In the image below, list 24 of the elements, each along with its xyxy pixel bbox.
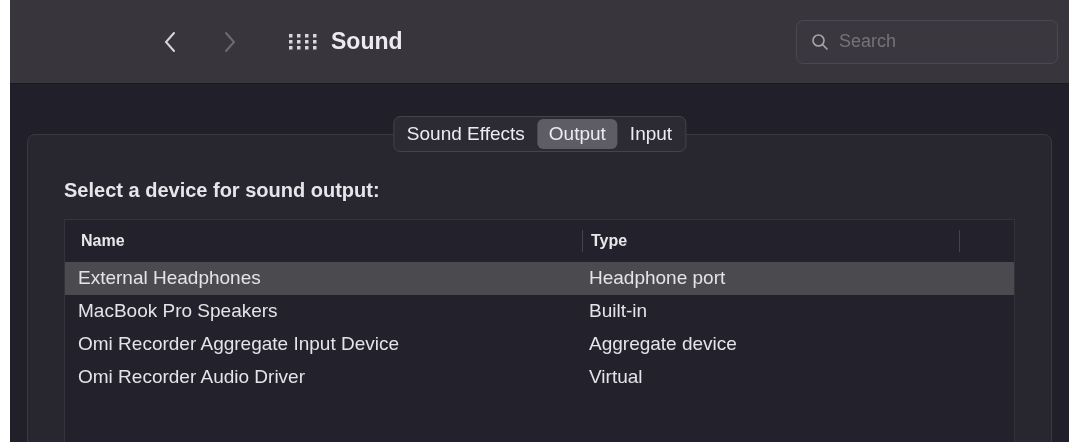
device-type: Aggregate device <box>589 332 737 357</box>
tab[interactable]: Output <box>537 119 617 149</box>
table-row[interactable]: Omi Recorder Audio Driver Virtual <box>65 361 1014 394</box>
device-type: Built-in <box>589 299 648 324</box>
column-header[interactable]: Name <box>65 229 582 253</box>
tab[interactable]: Input <box>618 119 684 149</box>
table-row[interactable]: Omi Recorder Aggregate Input Device Aggregate device <box>65 328 1014 361</box>
device-type: Virtual <box>589 365 643 390</box>
forward-icon <box>224 30 236 53</box>
search-icon <box>811 32 829 51</box>
prompt-label: Select a device for sound output: <box>64 178 381 203</box>
device-type: Headphone port <box>589 266 726 291</box>
table-row[interactable]: External Headphones Headphone port <box>65 262 1014 295</box>
table-row[interactable]: MacBook Pro Speakers Built-in <box>65 295 1014 328</box>
column-header[interactable]: Type <box>583 229 959 253</box>
device-name: Omi Recorder Audio Driver <box>77 365 307 390</box>
device-name: MacBook Pro Speakers <box>77 299 279 324</box>
back-icon <box>164 30 176 53</box>
device-name: Omi Recorder Aggregate Input Device <box>77 332 401 357</box>
grid-icon <box>287 32 317 51</box>
tab[interactable]: Sound Effects <box>395 119 536 149</box>
window-title: Sound <box>331 27 403 57</box>
device-name: External Headphones <box>77 266 262 291</box>
search-field[interactable]: Search <box>796 19 1058 64</box>
